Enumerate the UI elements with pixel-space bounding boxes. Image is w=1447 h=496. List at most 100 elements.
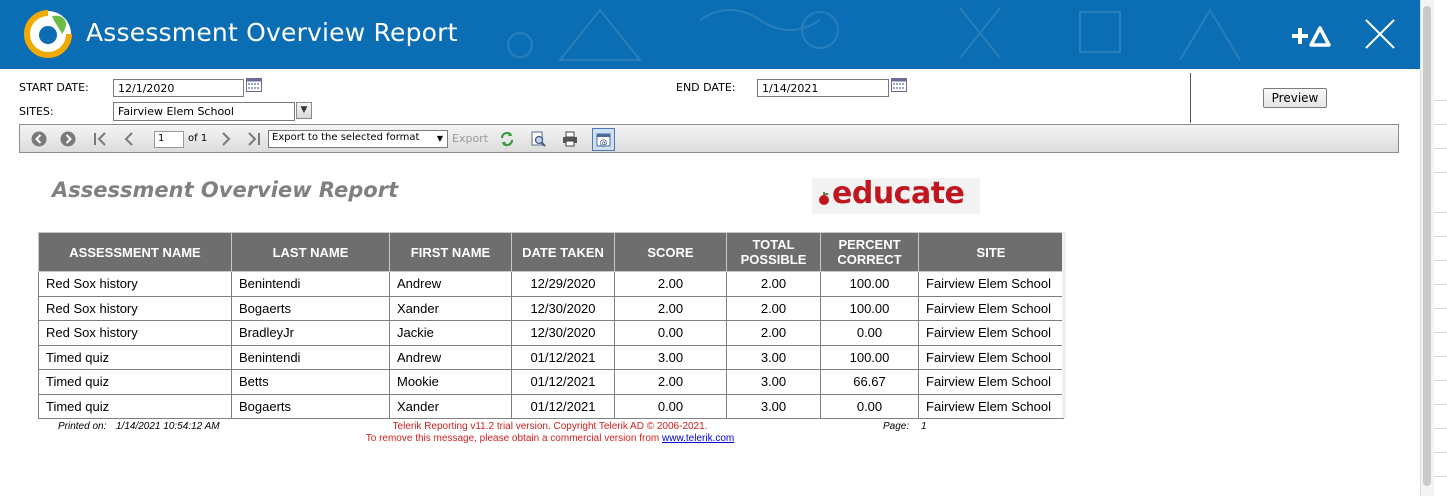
cell-site: Fairview Elem School: [918, 271, 1064, 297]
cell-total-possible: 3.00: [726, 344, 821, 370]
cell-first-name: Andrew: [389, 271, 512, 297]
cell-assessment-name: Timed quiz: [38, 344, 232, 370]
trial-notice-text: To remove this message, please obtain a …: [365, 433, 660, 444]
cell-last-name: Bogaerts: [231, 295, 390, 321]
column-header-date-taken: DATE TAKEN: [511, 232, 615, 272]
cell-site: Fairview Elem School: [918, 369, 1064, 395]
column-header-site: SITE: [918, 232, 1064, 272]
cell-first-name: Xander: [389, 393, 512, 419]
last-page-icon[interactable]: [246, 131, 262, 147]
svg-text:@: @: [600, 138, 608, 147]
cell-assessment-name: Timed quiz: [38, 369, 232, 395]
cell-total-possible: 2.00: [726, 320, 821, 346]
telerik-link[interactable]: www.telerik.com: [662, 433, 734, 444]
cell-date-taken: 12/30/2020: [511, 295, 615, 321]
cell-last-name: Benintendi: [231, 344, 390, 370]
cell-score: 3.00: [614, 344, 727, 370]
cell-total-possible: 3.00: [726, 369, 821, 395]
printed-on-label: Printed on:: [58, 421, 107, 432]
previous-page-icon[interactable]: [121, 131, 137, 147]
table-row: Timed quiz Betts Mookie 01/12/2021 2.00 …: [38, 369, 1064, 395]
end-date-calendar-icon[interactable]: [891, 78, 907, 92]
cell-percent-correct: 100.00: [820, 271, 919, 297]
apple-icon: [819, 192, 829, 205]
forward-icon[interactable]: [60, 131, 76, 147]
first-page-icon[interactable]: [92, 131, 108, 147]
end-date-label: END DATE:: [676, 81, 736, 94]
cell-percent-correct: 0.00: [820, 320, 919, 346]
cell-assessment-name: Timed quiz: [38, 393, 232, 419]
trial-notice-line1: Telerik Reporting v11.2 trial version. C…: [392, 421, 708, 432]
page-value: 1: [921, 421, 927, 432]
plus-a-icon[interactable]: [1289, 24, 1331, 48]
cell-percent-correct: 66.67: [820, 369, 919, 395]
cell-assessment-name: Red Sox history: [38, 320, 232, 346]
cell-date-taken: 12/29/2020: [511, 271, 615, 297]
cell-date-taken: 12/30/2020: [511, 320, 615, 346]
report-toolbar: 1 of 1 Export to the selected format ▼ E…: [19, 124, 1399, 153]
cell-date-taken: 01/12/2021: [511, 393, 615, 419]
table-header-row: ASSESSMENT NAME LAST NAME FIRST NAME DAT…: [38, 232, 1064, 272]
table-row: Red Sox history Benintendi Andrew 12/29/…: [38, 271, 1064, 297]
cell-site: Fairview Elem School: [918, 393, 1064, 419]
cell-score: 0.00: [614, 320, 727, 346]
send-mail-button[interactable]: @: [592, 128, 615, 151]
cell-first-name: Jackie: [389, 320, 512, 346]
cell-last-name: BradleyJr: [231, 320, 390, 346]
close-icon[interactable]: [1364, 18, 1396, 50]
cell-site: Fairview Elem School: [918, 320, 1064, 346]
cell-last-name: Benintendi: [231, 271, 390, 297]
cell-assessment-name: Red Sox history: [38, 295, 232, 321]
start-date-label: START DATE:: [19, 81, 89, 94]
printed-on-value: 1/14/2021 10:54:12 AM: [116, 421, 220, 432]
end-date-input[interactable]: 1/14/2021: [757, 79, 889, 97]
cell-date-taken: 01/12/2021: [511, 344, 615, 370]
table-row: Red Sox history Bogaerts Xander 12/30/20…: [38, 295, 1064, 321]
header-bar: Assessment Overview Report: [0, 0, 1420, 69]
table-row: Timed quiz Bogaerts Xander 01/12/2021 0.…: [38, 393, 1064, 419]
cell-site: Fairview Elem School: [918, 344, 1064, 370]
sites-select[interactable]: Fairview Elem School: [113, 102, 295, 121]
sites-dropdown-arrow[interactable]: ▼: [296, 102, 312, 119]
params-divider: [1190, 73, 1191, 123]
back-icon[interactable]: [31, 131, 47, 147]
cell-score: 2.00: [614, 271, 727, 297]
next-page-icon[interactable]: [218, 131, 234, 147]
refresh-icon[interactable]: [499, 131, 515, 147]
cell-percent-correct: 0.00: [820, 393, 919, 419]
cell-last-name: Bogaerts: [231, 393, 390, 419]
cell-total-possible: 2.00: [726, 295, 821, 321]
export-format-dropdown-arrow[interactable]: ▼: [434, 132, 446, 146]
cell-total-possible: 2.00: [726, 271, 821, 297]
cell-score: 2.00: [614, 369, 727, 395]
print-icon[interactable]: [562, 131, 578, 147]
sites-label: SITES:: [19, 105, 54, 118]
trial-notice-line2: To remove this message, please obtain a …: [340, 433, 760, 444]
table-row: Timed quiz Benintendi Andrew 01/12/2021 …: [38, 344, 1064, 370]
start-date-calendar-icon[interactable]: [246, 78, 262, 92]
preview-button[interactable]: Preview: [1263, 88, 1327, 108]
email-report-icon: @: [596, 133, 611, 147]
column-header-score: SCORE: [614, 232, 727, 272]
cell-total-possible: 3.00: [726, 393, 821, 419]
column-header-assessment-name: ASSESSMENT NAME: [38, 232, 232, 272]
cell-score: 2.00: [614, 295, 727, 321]
page-label: Page:: [883, 421, 910, 432]
start-date-input[interactable]: 12/1/2020: [113, 79, 244, 97]
cell-first-name: Xander: [389, 295, 512, 321]
cell-first-name: Andrew: [389, 344, 512, 370]
cell-percent-correct: 100.00: [820, 344, 919, 370]
print-preview-icon[interactable]: [530, 131, 546, 147]
app-window: Assessment Overview Report START DATE: 1…: [0, 0, 1447, 496]
column-header-last-name: LAST NAME: [231, 232, 390, 272]
export-button[interactable]: Export: [452, 132, 488, 145]
app-logo-icon: [24, 10, 72, 58]
export-format-value: Export to the selected format: [272, 132, 420, 143]
export-format-select[interactable]: Export to the selected format ▼: [268, 130, 448, 148]
cell-percent-correct: 100.00: [820, 295, 919, 321]
cell-site: Fairview Elem School: [918, 295, 1064, 321]
cell-date-taken: 01/12/2021: [511, 369, 615, 395]
page-number-input[interactable]: 1: [154, 131, 184, 148]
vertical-scrollbar-thumb[interactable]: [1423, 6, 1431, 486]
assessment-table: ASSESSMENT NAME LAST NAME FIRST NAME DAT…: [38, 232, 1064, 419]
